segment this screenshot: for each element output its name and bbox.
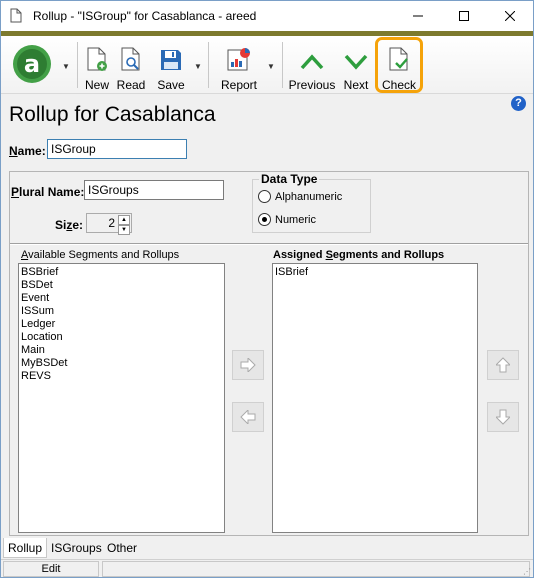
window-title: Rollup - "ISGroup" for Casablanca - aree… — [33, 9, 257, 23]
help-icon[interactable]: ? — [511, 96, 526, 111]
save-dropdown-icon[interactable]: ▼ — [194, 62, 202, 71]
report-button[interactable]: Report — [217, 36, 261, 92]
data-type-title: Data Type — [259, 172, 320, 186]
arrow-down-icon — [496, 409, 510, 425]
report-chart-icon — [227, 48, 250, 71]
radio-button-selected[interactable] — [258, 213, 271, 226]
arrow-left-icon — [240, 410, 256, 424]
svg-text:a: a — [24, 50, 40, 78]
list-item[interactable]: BSBrief — [21, 266, 222, 279]
list-item[interactable]: Main — [21, 344, 222, 357]
available-segments-list[interactable]: BSBrief BSDet Event ISSum Ledger Location Main… — [18, 263, 225, 533]
add-to-assigned-button[interactable] — [232, 350, 264, 380]
new-button[interactable]: New — [81, 36, 113, 92]
list-item[interactable]: Location — [21, 331, 222, 344]
list-item[interactable]: Ledger — [21, 318, 222, 331]
radio-label: Numeric — [275, 213, 316, 226]
save-button[interactable]: Save — [153, 36, 189, 92]
report-dropdown-icon[interactable]: ▼ — [267, 62, 275, 71]
assigned-segments-list[interactable]: ISBrief — [272, 263, 478, 533]
status-mode: Edit — [3, 561, 99, 577]
remove-from-assigned-button[interactable] — [232, 402, 264, 432]
toolbar-separator — [208, 42, 209, 88]
toolbar: a ▼ New Read Save ▼ Report ▼ Previous Ne… — [1, 36, 533, 94]
read-label: Read — [116, 78, 146, 92]
check-button-highlight — [375, 37, 423, 93]
details-panel: Plural Name: ISGroups Size: 2 ▲ ▼ Data T… — [9, 171, 529, 536]
toolbar-separator — [282, 42, 283, 88]
status-message — [102, 561, 530, 577]
chevron-up-icon — [300, 54, 324, 70]
list-item[interactable]: MyBSDet — [21, 357, 222, 370]
list-item[interactable]: ISBrief — [275, 266, 475, 279]
close-button[interactable] — [487, 1, 533, 31]
list-item[interactable]: REVS — [21, 370, 222, 383]
list-item[interactable]: ISSum — [21, 305, 222, 318]
tab-isgroups[interactable]: ISGroups — [47, 538, 106, 558]
read-document-icon — [121, 47, 140, 71]
divider — [10, 243, 528, 245]
arrow-up-icon — [496, 357, 510, 373]
radio-label: Alphanumeric — [275, 190, 343, 203]
report-label: Report — [220, 78, 258, 92]
list-item[interactable]: BSDet — [21, 279, 222, 292]
read-button[interactable]: Read — [115, 36, 147, 92]
move-down-button[interactable] — [487, 402, 519, 432]
previous-label: Previous — [288, 78, 336, 92]
chevron-down-icon — [344, 54, 368, 70]
rollup-window: Rollup - "ISGroup" for Casablanca - aree… — [0, 0, 534, 578]
spin-up-icon[interactable]: ▲ — [118, 215, 130, 225]
tab-other[interactable]: Other — [103, 538, 141, 558]
app-menu-dropdown-icon[interactable]: ▼ — [62, 62, 70, 71]
list-item[interactable]: Event — [21, 292, 222, 305]
app-logo-icon: a — [13, 45, 51, 83]
app-menu-button[interactable]: a — [7, 36, 57, 92]
move-up-button[interactable] — [487, 350, 519, 380]
size-value: 2 — [108, 216, 115, 230]
main-content: Rollup for Casablanca ? Name: ISGroup Pl… — [1, 94, 533, 537]
floppy-disk-icon — [161, 50, 181, 70]
arrow-right-icon — [240, 358, 256, 372]
tab-strip: Rollup ISGroups Other — [1, 538, 533, 558]
resize-grip-icon[interactable]: ⋰ — [523, 567, 531, 576]
status-bar: Edit ⋰ — [1, 559, 533, 577]
tab-rollup[interactable]: Rollup — [3, 538, 48, 558]
previous-button[interactable]: Previous — [288, 36, 336, 92]
maximize-button[interactable] — [441, 1, 487, 31]
name-field[interactable]: ISGroup — [47, 139, 187, 159]
radio-button[interactable] — [258, 190, 271, 203]
page-title: Rollup for Casablanca — [9, 103, 216, 126]
next-label: Next — [343, 78, 369, 92]
minimize-button[interactable] — [395, 1, 441, 31]
assigned-segments-label: Assigned Segments and Rollups — [273, 249, 445, 261]
available-segments-label: Available Segments and Rollups — [21, 249, 180, 261]
new-document-icon — [87, 47, 107, 71]
size-spinner[interactable]: 2 ▲ ▼ — [86, 213, 132, 235]
title-bar: Rollup - "ISGroup" for Casablanca - aree… — [1, 1, 533, 31]
save-label: Save — [157, 78, 185, 92]
radio-alphanumeric[interactable]: Alphanumeric — [258, 190, 342, 203]
next-button[interactable]: Next — [340, 36, 372, 92]
name-label: Name: — [9, 144, 46, 158]
data-type-group: Data Type Alphanumeric Numeric — [252, 172, 371, 233]
new-label: New — [84, 78, 109, 92]
size-label: Size: — [55, 218, 84, 232]
document-icon — [10, 8, 22, 26]
plural-name-label: Plural Name: — [11, 185, 85, 199]
plural-name-field[interactable]: ISGroups — [84, 180, 224, 200]
toolbar-separator — [77, 42, 78, 88]
spin-down-icon[interactable]: ▼ — [118, 225, 130, 235]
radio-numeric[interactable]: Numeric — [258, 213, 316, 226]
